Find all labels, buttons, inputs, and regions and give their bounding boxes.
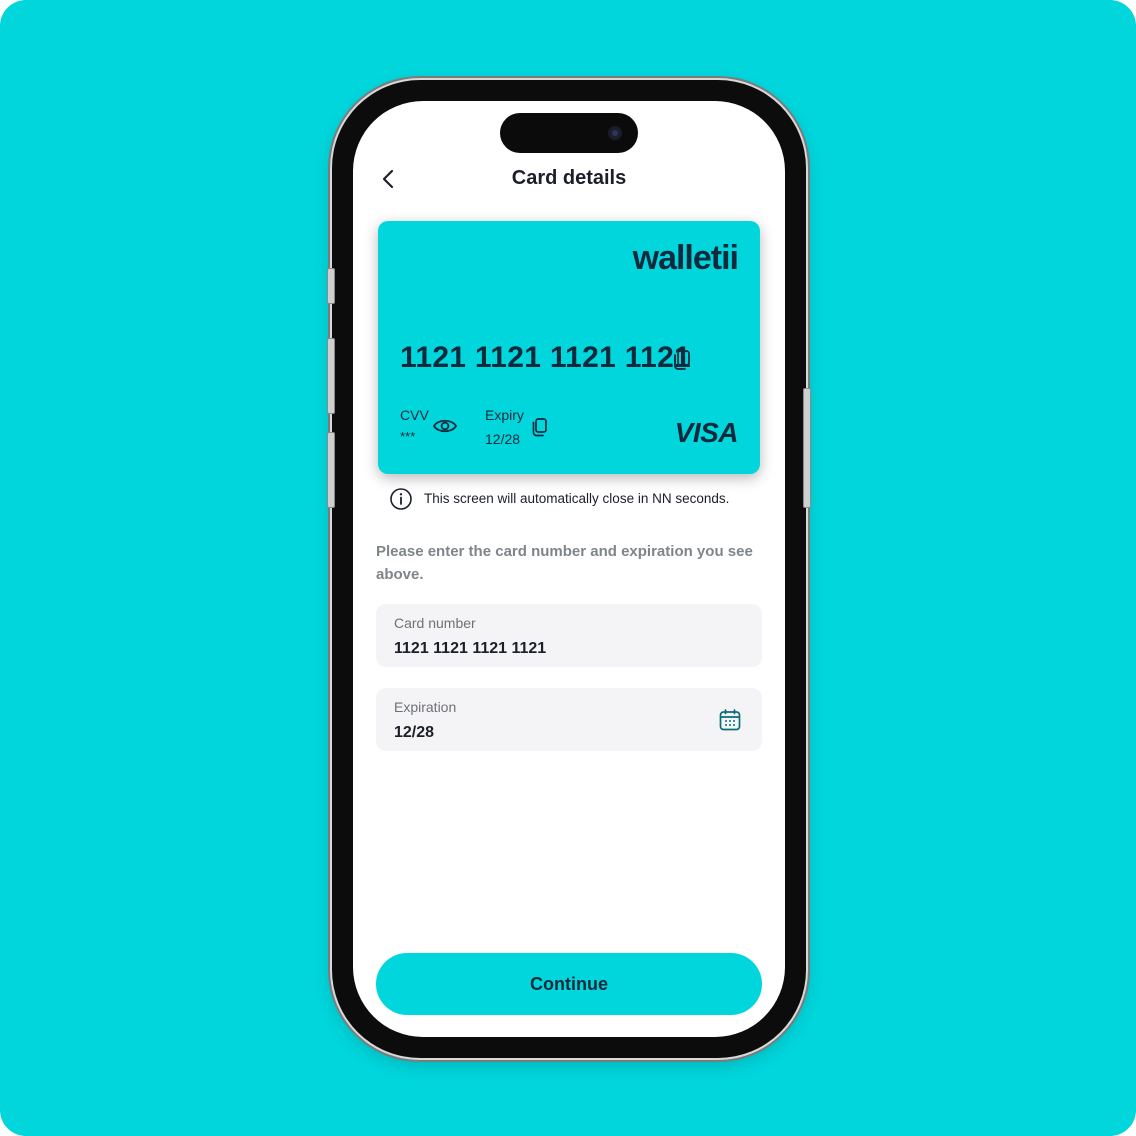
calendar-icon bbox=[719, 709, 741, 731]
continue-button[interactable]: Continue bbox=[376, 953, 762, 1015]
copy-expiry-button[interactable] bbox=[531, 417, 549, 437]
auto-close-notice: This screen will automatically close in … bbox=[424, 491, 730, 506]
dynamic-island bbox=[500, 113, 638, 153]
phone-screen: Card details walletii 1121 1121 1121 112… bbox=[353, 101, 785, 1037]
cvv-value: *** bbox=[400, 429, 416, 444]
action-button bbox=[327, 268, 335, 304]
expiry-value: 12/28 bbox=[485, 431, 521, 447]
calendar-button[interactable] bbox=[718, 708, 742, 732]
payment-card: walletii 1121 1121 1121 1121 CVV *** Exp… bbox=[378, 221, 760, 474]
card-number-label: Card number bbox=[394, 615, 476, 631]
visa-logo: VISA bbox=[674, 417, 739, 448]
instruction-text: Please enter the card number and expirat… bbox=[376, 543, 753, 583]
volume-down-button bbox=[327, 432, 335, 508]
brand-logo: walletii bbox=[632, 239, 739, 277]
card-number-input[interactable]: 1121 1121 1121 1121 bbox=[394, 640, 546, 658]
copy-icon bbox=[674, 350, 690, 370]
card-number-field[interactable]: Card number 1121 1121 1121 1121 bbox=[376, 604, 762, 667]
expiration-field[interactable]: Expiration 12/28 bbox=[376, 688, 762, 751]
expiry-label: Expiry bbox=[485, 407, 524, 423]
cvv-label: CVV bbox=[400, 407, 429, 423]
copy-card-number-button[interactable] bbox=[672, 349, 692, 371]
page-title: Card details bbox=[511, 167, 627, 189]
expiration-input[interactable]: 12/28 bbox=[394, 724, 434, 742]
expiration-label: Expiration bbox=[394, 699, 457, 715]
volume-up-button bbox=[327, 338, 335, 414]
copy-icon bbox=[532, 418, 547, 437]
info-icon bbox=[389, 487, 413, 511]
show-cvv-button[interactable] bbox=[432, 417, 458, 435]
eye-icon bbox=[433, 419, 457, 433]
power-button bbox=[803, 388, 811, 508]
camera-icon bbox=[608, 126, 622, 140]
card-number: 1121 1121 1121 1121 bbox=[400, 341, 692, 374]
